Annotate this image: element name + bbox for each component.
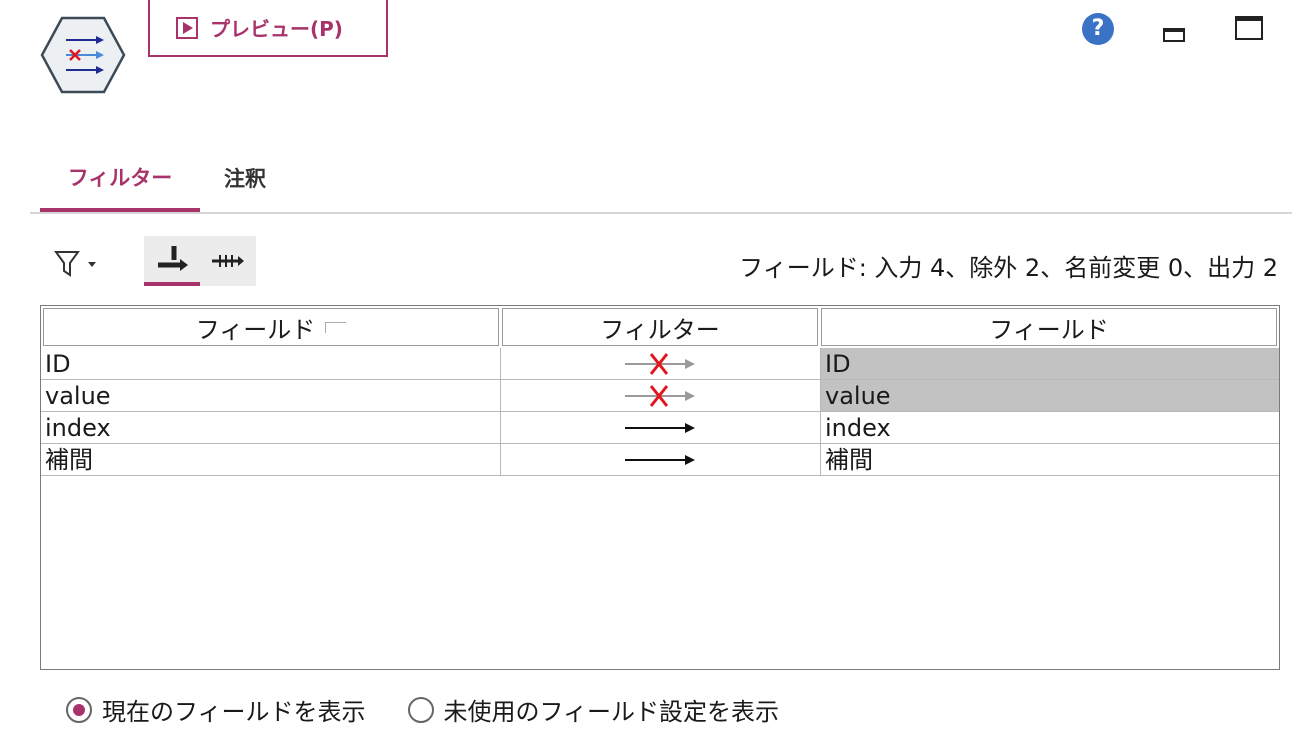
view-options: 現在のフィールドを表示 未使用のフィールド設定を表示 [66, 692, 779, 727]
preview-button-label: プレビュー(P) [210, 17, 343, 41]
preview-button[interactable]: プレビュー(P) [148, 0, 388, 57]
radio-show-unused-field-settings[interactable] [407, 696, 434, 723]
column-header-filter[interactable]: フィルター [502, 308, 818, 346]
input-field-cell: value [41, 380, 501, 412]
filter-toggle[interactable] [501, 348, 821, 380]
sort-indicator-icon [325, 321, 347, 333]
pass-all-fields-icon [212, 255, 244, 267]
tab-annotations[interactable]: 注釈 [210, 146, 280, 210]
filter-node-icon [40, 16, 126, 94]
filter-toggle[interactable] [501, 380, 821, 412]
radio-show-current-fields[interactable] [66, 696, 92, 723]
excluded-arrow-icon [624, 384, 695, 407]
table-row[interactable]: index index [41, 412, 1279, 444]
column-header-output-field[interactable]: フィールド [821, 308, 1277, 346]
pass-arrow-icon [624, 422, 695, 433]
output-field-cell[interactable]: value [821, 380, 1279, 412]
input-field-cell: 補間 [41, 444, 501, 476]
input-field-cell: index [41, 412, 501, 444]
field-filter-table: フィールド フィルター フィールド ID ID value value inde… [40, 305, 1280, 670]
maximize-icon[interactable] [1235, 16, 1263, 40]
input-field-cell: ID [41, 348, 501, 380]
column-header-label: フィールド [195, 315, 316, 344]
radio-label-unused-field-settings: 未使用のフィールド設定を表示 [443, 698, 780, 726]
tab-bar: フィルター 注釈 [30, 146, 1292, 214]
radio-label-current-fields: 現在のフィールドを表示 [102, 698, 366, 726]
minimize-icon[interactable] [1163, 22, 1185, 42]
table-row[interactable]: 補間 補間 [41, 444, 1279, 476]
remove-fields-button[interactable] [144, 236, 200, 286]
help-icon[interactable]: ? [1082, 13, 1114, 45]
output-field-cell[interactable]: index [821, 412, 1279, 444]
excluded-arrow-icon [624, 352, 695, 375]
pass-all-fields-button[interactable] [200, 236, 256, 286]
filter-toggle[interactable] [501, 444, 821, 476]
remove-fields-icon [158, 246, 188, 271]
output-field-cell[interactable]: 補間 [821, 444, 1279, 476]
table-row[interactable]: value value [41, 380, 1279, 412]
output-field-cell[interactable]: ID [821, 348, 1279, 380]
pass-arrow-icon [624, 454, 695, 465]
funnel-filter-icon[interactable] [54, 250, 100, 278]
field-summary: フィールド: 入力 4、除外 2、名前変更 0、出力 2 [739, 254, 1278, 282]
tab-filter[interactable]: フィルター [40, 146, 200, 212]
play-icon [176, 16, 198, 39]
table-row[interactable]: ID ID [41, 348, 1279, 380]
column-header-input-field[interactable]: フィールド [43, 308, 499, 346]
filter-toggle[interactable] [501, 412, 821, 444]
